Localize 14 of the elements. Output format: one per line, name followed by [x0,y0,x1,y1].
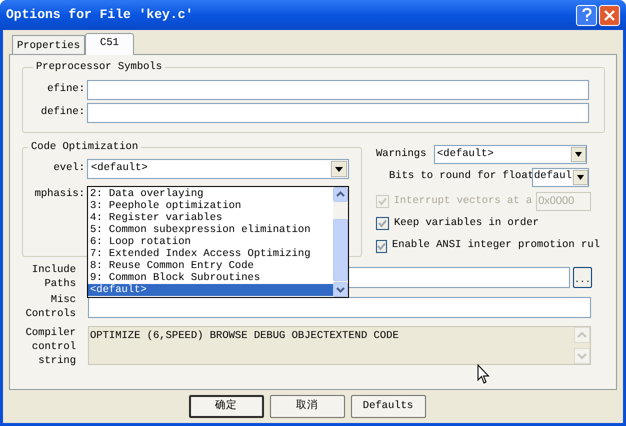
field-label: Warnings [376,146,428,162]
window-title: Options for File 'key.c' [6,6,194,24]
checkbox-label: Enable ANSI integer promotion rul [392,238,600,254]
field-label: Include Paths [30,263,76,291]
field-label: define: [40,104,86,120]
control-string: OPTIMIZE (6,SPEED) BROWSE DEBUG OBJECTEXTEND CODE [89,329,400,344]
field-label: Bits to round for float [389,169,532,184]
checkbox-label: Keep variables in order [394,216,539,232]
field-label: Misc Controls [24,293,76,321]
field-label: mphasis: [34,187,86,202]
field-label: efine: [46,82,86,97]
field-label: Compiler control string [24,326,76,368]
field-label: evel: [52,161,86,176]
checkbox-label: Interrupt vectors at a [394,194,532,209]
